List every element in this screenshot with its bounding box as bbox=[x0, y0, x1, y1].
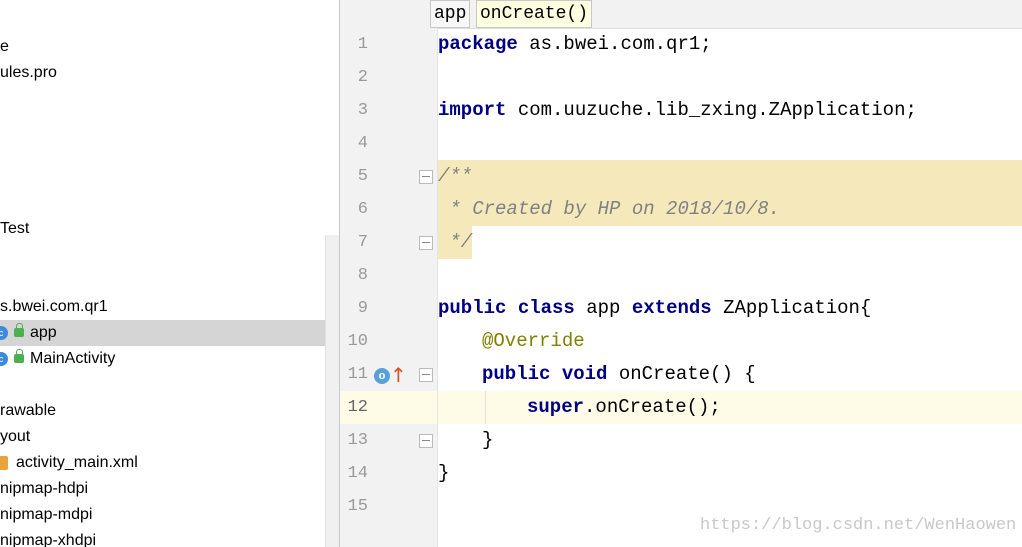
line-number: 13 bbox=[347, 431, 368, 450]
code-line-3: import com.uuzuche.lib_zxing.ZApplicatio… bbox=[438, 94, 917, 127]
tree-item-label: yout bbox=[0, 428, 31, 445]
keyword: public bbox=[438, 297, 507, 319]
keyword: public bbox=[482, 363, 551, 385]
code-editor[interactable]: app onCreate() 1 2 3 4 5 6 7 8 9 10 11 1… bbox=[340, 0, 1022, 547]
lock-icon bbox=[14, 349, 24, 364]
tree-item[interactable]: Test bbox=[0, 216, 29, 242]
code-text: onCreate() { bbox=[618, 363, 756, 385]
code-line-12: super.onCreate(); bbox=[527, 391, 721, 424]
tree-item[interactable]: nipmap-xhdpi bbox=[0, 528, 96, 547]
tree-item-label: ules.pro bbox=[0, 64, 57, 81]
fold-marker-icon[interactable] bbox=[419, 170, 433, 184]
tree-item-label: app bbox=[30, 324, 57, 341]
code-line-5: /** bbox=[438, 165, 473, 187]
code-line-11: public void onCreate() { bbox=[482, 358, 756, 391]
indent-guide bbox=[485, 391, 486, 424]
tree-item-label: s.bwei.com.qr1 bbox=[0, 298, 108, 315]
line-number: 1 bbox=[357, 35, 368, 54]
keyword: import bbox=[438, 99, 507, 121]
tree-item-label: activity_main.xml bbox=[16, 454, 138, 471]
line-number: 8 bbox=[357, 266, 368, 285]
keyword: void bbox=[561, 363, 608, 385]
fold-marker-icon[interactable] bbox=[419, 236, 433, 250]
tree-item-label: rawable bbox=[0, 402, 57, 419]
line-number: 9 bbox=[357, 299, 368, 318]
keyword: extends bbox=[631, 297, 712, 319]
tree-item-label: e bbox=[0, 38, 9, 55]
line-number: 2 bbox=[357, 68, 368, 87]
code-line-10: @Override bbox=[482, 330, 585, 352]
code-line-1: package as.bwei.com.qr1; bbox=[438, 28, 712, 61]
tree-item-label: nipmap-hdpi bbox=[0, 480, 89, 497]
breadcrumb: app onCreate() bbox=[340, 0, 1022, 29]
tree-item-mainactivity[interactable]: c MainActivity bbox=[0, 346, 115, 372]
line-number: 6 bbox=[357, 200, 368, 219]
class-icon: c bbox=[0, 325, 8, 340]
tree-item-label: MainActivity bbox=[30, 350, 116, 367]
tree-item[interactable]: ules.pro bbox=[0, 60, 57, 86]
code-line-9: public class app extends ZApplication{ bbox=[438, 292, 871, 325]
line-number: 5 bbox=[357, 167, 368, 186]
line-number: 3 bbox=[357, 101, 368, 120]
code-line-7: */ bbox=[438, 231, 473, 253]
keyword: package bbox=[438, 33, 518, 55]
tree-item[interactable]: nipmap-hdpi bbox=[0, 476, 88, 502]
code-line-6: * Created by HP on 2018/10/8. bbox=[438, 198, 781, 220]
line-number: 4 bbox=[357, 134, 368, 153]
line-number: 7 bbox=[357, 233, 368, 252]
breadcrumb-item-class[interactable]: app bbox=[430, 0, 471, 28]
code-text: com.uuzuche.lib_zxing.ZApplication; bbox=[506, 99, 917, 121]
tree-item-label: nipmap-xhdpi bbox=[0, 532, 97, 547]
line-number: 15 bbox=[347, 497, 368, 516]
tree-item[interactable]: yout bbox=[0, 424, 30, 450]
lock-icon bbox=[14, 323, 24, 338]
override-icon[interactable]: o bbox=[374, 368, 390, 384]
project-tree-panel: e ules.pro Test s.bwei.com.qr1 c app c Mai… bbox=[0, 0, 340, 547]
doc-comment-highlight bbox=[438, 160, 1022, 193]
line-number: 11 bbox=[347, 365, 368, 384]
class-name: app bbox=[586, 297, 621, 319]
tree-item-app[interactable]: c app bbox=[0, 320, 339, 346]
line-number-current: 12 bbox=[347, 398, 368, 417]
fold-marker-icon[interactable] bbox=[419, 434, 433, 448]
tree-item-package[interactable]: s.bwei.com.qr1 bbox=[0, 294, 108, 320]
tree-item-label: Test bbox=[0, 220, 30, 237]
tree-item-label: nipmap-mdpi bbox=[0, 506, 93, 523]
watermark: https://blog.csdn.net/WenHaowen bbox=[700, 516, 1017, 535]
tree-item-activity-main-xml[interactable]: activity_main.xml bbox=[0, 450, 138, 476]
code-text: .onCreate(); bbox=[584, 396, 721, 418]
tree-item[interactable]: rawable bbox=[0, 398, 56, 424]
code-line-14: } bbox=[438, 462, 450, 484]
class-icon: c bbox=[0, 351, 8, 366]
code-text: as.bwei.com.qr1; bbox=[517, 33, 712, 55]
xml-file-icon bbox=[0, 455, 8, 470]
code-text: ZApplication{ bbox=[723, 297, 872, 319]
up-arrow-icon[interactable]: ↑ bbox=[390, 362, 407, 388]
keyword: super bbox=[527, 396, 585, 418]
keyword: class bbox=[517, 297, 575, 319]
line-number: 10 bbox=[347, 332, 368, 351]
fold-marker-icon[interactable] bbox=[419, 368, 433, 382]
breadcrumb-item-method[interactable]: onCreate() bbox=[476, 0, 593, 28]
tree-scrollbar[interactable] bbox=[325, 235, 339, 547]
tree-item[interactable]: nipmap-mdpi bbox=[0, 502, 92, 528]
tree-item[interactable]: e bbox=[0, 34, 9, 60]
line-number: 14 bbox=[347, 464, 368, 483]
code-line-13: } bbox=[482, 429, 494, 451]
